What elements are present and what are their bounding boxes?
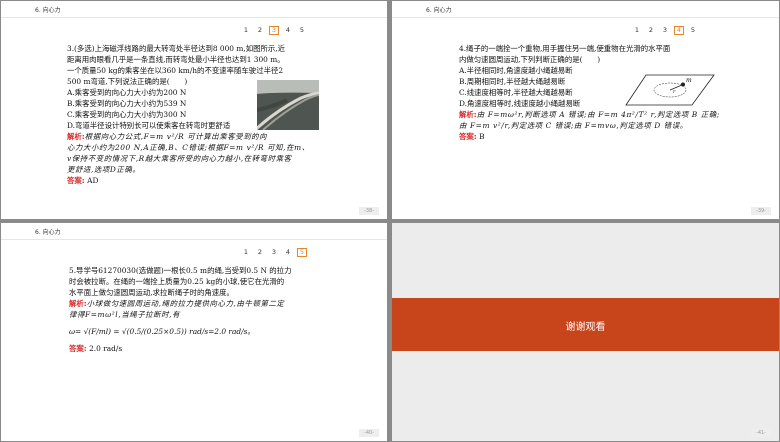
pager-5[interactable]: 5	[297, 26, 307, 35]
question-line: 一个质量50 kg的乘客坐在以360 km/h的不变速率随车驶过半径2	[67, 66, 284, 75]
question-line: 距离用肉眼看几乎是一条直线,而转弯处最小半径也达到1 300 m。	[67, 55, 285, 64]
answer-label: 答案:	[459, 132, 477, 141]
pager-4-active[interactable]: 4	[674, 26, 684, 35]
analysis-line: 更舒适,选项D正确。	[67, 165, 141, 174]
slide-3[interactable]: 6. 向心力 1 2 3 4 5 3.(多选)上海磁浮线路的最大转弯处半径达到8…	[1, 1, 387, 219]
pager-2[interactable]: 2	[255, 26, 265, 35]
pager-3-active[interactable]: 3	[269, 26, 279, 35]
pager-4[interactable]: 4	[283, 26, 293, 35]
question-pager: 1 2 3 4 5	[237, 26, 307, 35]
question-line: 5.导学号61270030(选做题)一根长0.5 m的绳,当受到0.5 N 的拉…	[69, 266, 292, 275]
question-text: 5.导学号61270030(选做题)一根长0.5 m的绳,当受到0.5 N 的拉…	[69, 265, 291, 354]
analysis-line: 根据向心力公式,F=m v²/R 可计算出乘客受到的向	[84, 132, 268, 141]
answer-label: 答案:	[67, 176, 85, 185]
analysis-line: 由 F=m v²/r,判定选项 C 错误;由 F=mvω,判定选项 D 错误。	[459, 121, 688, 130]
page-number: -40-	[359, 429, 379, 437]
pager-1[interactable]: 1	[241, 26, 251, 35]
question-line: 水平面上做匀速圆周运动,求拉断绳子时的角速度。	[69, 288, 234, 297]
slide-header: 6. 向心力	[1, 223, 387, 240]
pager-5[interactable]: 5	[688, 26, 698, 35]
rotating-mass-diagram: m r	[625, 74, 715, 106]
page-number: -38-	[359, 207, 379, 215]
analysis-label: 解析:	[69, 299, 87, 308]
maglev-track-photo	[257, 80, 319, 130]
answer-label: 答案:	[69, 344, 87, 353]
pager-2[interactable]: 2	[646, 26, 656, 35]
section-title: 6. 向心力	[35, 229, 61, 236]
page-number: -39-	[751, 207, 771, 215]
section-title: 6. 向心力	[426, 7, 452, 14]
analysis-line: 由 F=mω²r,判断选项 A 错误;由 F=m 4π²/T² r,判定选项 B…	[476, 110, 720, 119]
section-title: 6. 向心力	[35, 7, 61, 14]
question-pager: 1 2 3 4 5	[237, 248, 307, 257]
mass-label: m	[686, 77, 692, 84]
thanks-text: 谢谢观看	[565, 322, 606, 333]
question-line: 内做匀速圆周运动,下列判断正确的是( )	[459, 55, 601, 64]
analysis-line: v保持不变的情况下,R越大乘客所受的向心力越小,在转弯时乘客	[67, 154, 292, 163]
pager-1[interactable]: 1	[632, 26, 642, 35]
pager-4[interactable]: 4	[283, 248, 293, 257]
analysis-line: 律得F=mω²l,当绳子拉断时,有	[69, 310, 181, 319]
answer-value: B	[479, 132, 485, 141]
slide-header: 6. 向心力	[1, 1, 387, 18]
pager-3[interactable]: 3	[269, 248, 279, 257]
analysis-line: 心力大小约为200 N,A正确,B、C错误;根据F=m v²/R 可知,在m、	[67, 143, 310, 152]
question-line: 时会被拉断。在绳的一端拴上质量为0.25 kg的小球,使它在光滑的	[69, 277, 285, 286]
pager-2[interactable]: 2	[255, 248, 265, 257]
analysis-line: 小球做匀速圆周运动,绳的拉力提供向心力,由牛顿第二定	[86, 299, 285, 308]
question-line: 3.(多选)上海磁浮线路的最大转弯处半径达到8 000 m,如图所示,近	[67, 44, 286, 53]
analysis-label: 解析:	[67, 132, 85, 141]
slide-header: 6. 向心力	[392, 1, 779, 18]
slide-4[interactable]: 6. 向心力 1 2 3 4 5 4.绳子的一端拴一个重物,用手握住另一端,使重…	[392, 1, 779, 219]
analysis-label: 解析:	[459, 110, 477, 119]
slide-thanks[interactable]: 谢谢观看 -41-	[392, 223, 779, 441]
pager-5-active[interactable]: 5	[297, 248, 307, 257]
page-number: -41-	[751, 429, 771, 437]
omega-formula: ω= √(F/ml) = √(0.5/(0.25×0.5)) rad/s=2.0…	[69, 327, 255, 336]
question-line: 4.绳子的一端拴一个重物,用手握住另一端,使重物在光滑的水平面	[459, 44, 671, 53]
question-pager: 1 2 3 4 5	[628, 26, 698, 35]
answer-value: AD	[87, 176, 99, 185]
slide-5[interactable]: 6. 向心力 1 2 3 4 5 5.导学号61270030(选做题)一根长0.…	[1, 223, 387, 441]
answer-value: 2.0 rad/s	[89, 344, 123, 353]
pager-1[interactable]: 1	[241, 248, 251, 257]
pager-3[interactable]: 3	[660, 26, 670, 35]
